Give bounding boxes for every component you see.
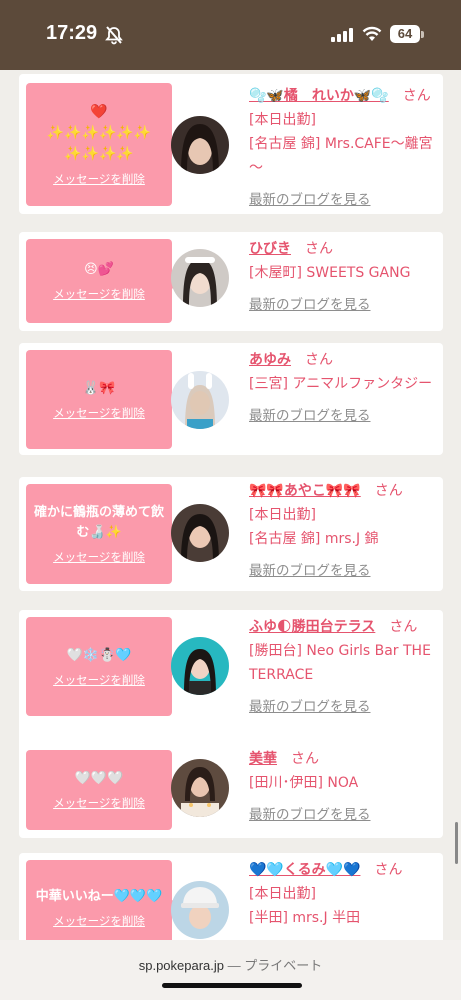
signal-icon	[331, 28, 353, 42]
private-mode-label: プライベート	[244, 958, 323, 973]
latest-blog-link[interactable]: 最新のブログを見る	[249, 803, 437, 827]
status-bar: 17:29 64	[0, 0, 461, 70]
delete-message-link[interactable]: メッセージを削除	[53, 286, 145, 302]
cast-info: ひびき さん [木屋町] SWEETS GANG 最新のブログを見る	[249, 237, 437, 317]
shop-detail: [勝田台] Neo Girls Bar THE TERRACE	[249, 643, 431, 683]
message-bubble: ❤️ ✨✨✨✨✨✨ ✨✨✨✨ メッセージを削除	[26, 83, 180, 206]
message-card: 😣💕 メッセージを削除 ひびき さん [木屋町] SWEETS GANG 最新のブ…	[19, 232, 443, 331]
message-card: 中華いいねー🩵🩵🩵 メッセージを削除 💙🩵くるみ🩵💙 さん [本日出勤] [半田]…	[19, 853, 443, 940]
cast-info: 🫧🦋橘 れいか🦋🫧 さん [本日出勤] [名古屋 錦] Mrs.CAFE～離宮～ …	[249, 84, 437, 212]
shop-detail: [本日出勤]	[249, 112, 316, 128]
bell-slash-icon	[105, 26, 123, 45]
cast-info: あゆみ さん [三宮] アニマルファンタジー 最新のブログを見る	[249, 348, 437, 428]
honorific: さん	[389, 619, 418, 635]
cast-info: 💙🩵くるみ🩵💙 さん [本日出勤] [半田] mrs.J 半田	[249, 858, 437, 930]
wifi-icon	[362, 26, 382, 41]
url-bar[interactable]: sp.pokepara.jp — プライベート	[0, 940, 461, 1000]
shop-detail: [田川･伊田] NOA	[249, 775, 359, 791]
honorific: さん	[374, 483, 403, 499]
avatar[interactable]	[171, 759, 229, 817]
honorific: さん	[305, 241, 333, 257]
battery-icon: 64	[390, 25, 420, 43]
latest-blog-link[interactable]: 最新のブログを見る	[249, 695, 437, 719]
battery-level: 64	[397, 26, 413, 41]
battery-nub	[421, 31, 424, 38]
message-text: 🐰🎀	[82, 380, 116, 396]
cast-info: 🎀🎀あやこ🎀🎀 さん [本日出勤] [名古屋 錦] mrs.J 錦 最新のブログを…	[249, 479, 437, 583]
message-text: 中華いいねー🩵🩵🩵	[35, 889, 163, 904]
avatar[interactable]	[171, 637, 229, 695]
honorific: さん	[291, 751, 319, 767]
message-bubble: 🤍🤍🤍 メッセージを削除	[26, 750, 180, 830]
cast-name-link[interactable]: 美華	[249, 751, 277, 767]
delete-message-link[interactable]: メッセージを削除	[53, 795, 145, 811]
delete-message-link[interactable]: メッセージを削除	[53, 171, 145, 187]
message-bubble: 確かに鶴瓶の薄めて飲む🍶✨ メッセージを削除	[26, 484, 180, 584]
message-text: 😣💕	[84, 262, 114, 277]
shop-detail: [名古屋 錦] mrs.J 錦	[249, 531, 379, 547]
message-bubble: 🐰🎀 メッセージを削除	[26, 350, 180, 449]
status-time: 17:29	[46, 22, 98, 44]
message-feed[interactable]: ❤️ ✨✨✨✨✨✨ ✨✨✨✨ メッセージを削除 🫧🦋橘 れいか🦋🫧 さん [本日出…	[0, 70, 461, 940]
shop-detail: [半田] mrs.J 半田	[249, 910, 361, 926]
avatar[interactable]	[171, 249, 229, 307]
message-card: 🐰🎀 メッセージを削除 あゆみ さん [三宮] アニマルファンタジー 最新のブログ…	[19, 343, 443, 455]
url-separator: —	[224, 958, 245, 973]
message-text: 🤍❄️☃️🩵	[66, 647, 132, 663]
shop-detail: [名古屋 錦] Mrs.CAFE～離宮～	[249, 136, 433, 176]
latest-blog-link[interactable]: 最新のブログを見る	[249, 404, 437, 428]
latest-blog-link[interactable]: 最新のブログを見る	[249, 188, 437, 212]
cast-name-link[interactable]: ふゆ🌓勝田台テラス	[249, 619, 375, 635]
shop-detail: [三宮] アニマルファンタジー	[249, 376, 433, 392]
scrollbar-thumb[interactable]	[455, 822, 458, 864]
shop-detail: [木屋町] SWEETS GANG	[249, 265, 411, 281]
avatar[interactable]	[171, 504, 229, 562]
delete-message-link[interactable]: メッセージを削除	[53, 913, 145, 929]
honorific: さん	[305, 352, 333, 368]
message-bubble: 🤍❄️☃️🩵 メッセージを削除	[26, 617, 180, 716]
message-bubble: 😣💕 メッセージを削除	[26, 239, 180, 323]
avatar[interactable]	[171, 881, 229, 939]
avatar[interactable]	[171, 371, 229, 429]
message-text: ❤️ ✨✨✨✨✨✨ ✨✨✨✨	[46, 104, 152, 162]
latest-blog-link[interactable]: 最新のブログを見る	[249, 293, 437, 317]
message-text: 確かに鶴瓶の薄めて飲む🍶✨	[33, 505, 164, 540]
message-card: 確かに鶴瓶の薄めて飲む🍶✨ メッセージを削除 🎀🎀あやこ🎀🎀 さん [本日出勤] …	[19, 477, 443, 591]
delete-message-link[interactable]: メッセージを削除	[53, 549, 145, 565]
cast-name-link[interactable]: 💙🩵くるみ🩵💙	[249, 862, 360, 878]
home-indicator[interactable]	[162, 983, 302, 988]
delete-message-link[interactable]: メッセージを削除	[53, 405, 145, 421]
cast-name-link[interactable]: あゆみ	[249, 352, 291, 368]
url-text: sp.pokepara.jp — プライベート	[0, 955, 461, 974]
message-card: 🤍🤍🤍 メッセージを削除 美華 さん [田川･伊田] NOA 最新のブログを見る	[19, 743, 443, 838]
cast-name-link[interactable]: ひびき	[249, 241, 291, 257]
shop-detail: [本日出勤]	[249, 507, 316, 523]
shop-detail: [本日出勤]	[249, 886, 316, 902]
honorific: さん	[402, 88, 431, 104]
message-text: 🤍🤍🤍	[74, 771, 124, 786]
cast-name-link[interactable]: 🎀🎀あやこ🎀🎀	[249, 483, 361, 499]
cast-info: 美華 さん [田川･伊田] NOA 最新のブログを見る	[249, 747, 437, 827]
latest-blog-link[interactable]: 最新のブログを見る	[249, 559, 437, 583]
delete-message-link[interactable]: メッセージを削除	[53, 672, 145, 688]
avatar[interactable]	[171, 116, 229, 174]
cast-name-link[interactable]: 🫧🦋橘 れいか🦋🫧	[249, 88, 389, 104]
url-domain: sp.pokepara.jp	[138, 958, 225, 973]
honorific: さん	[374, 862, 403, 878]
cast-info: ふゆ🌓勝田台テラス さん [勝田台] Neo Girls Bar THE TERR…	[249, 615, 437, 719]
message-bubble: 中華いいねー🩵🩵🩵 メッセージを削除	[26, 860, 180, 940]
message-card: ❤️ ✨✨✨✨✨✨ ✨✨✨✨ メッセージを削除 🫧🦋橘 れいか🦋🫧 さん [本日出…	[19, 74, 443, 214]
